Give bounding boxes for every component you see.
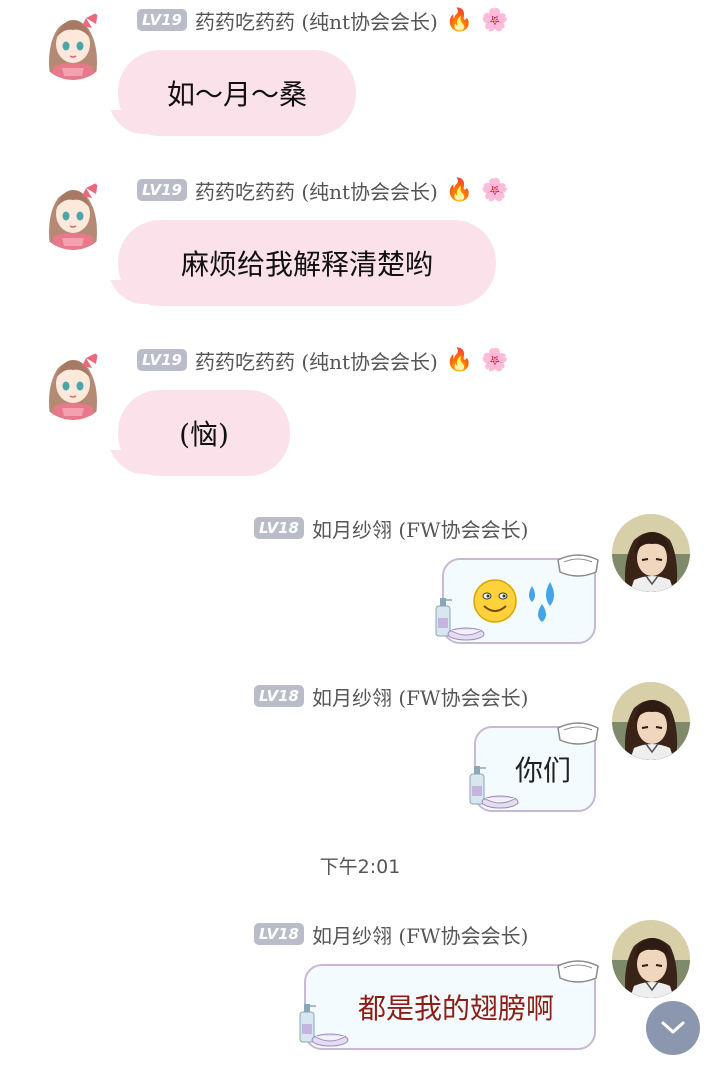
avatar[interactable] (612, 920, 690, 998)
message-header: LV18 如月纱翎 (FW协会会长) (254, 514, 528, 542)
avatar[interactable] (612, 682, 690, 760)
avatar[interactable] (36, 176, 110, 250)
sender-name[interactable]: 药药吃药药 (纯nt协会会长) (195, 346, 438, 375)
message-text: (恼) (179, 418, 229, 451)
level-badge: LV18 (254, 923, 304, 945)
level-badge: LV19 (137, 179, 187, 201)
message-text: 如～月～桑 (166, 78, 307, 111)
bottle-basin-icon (292, 1002, 350, 1048)
message-header: LV19 药药吃药药 (纯nt协会会长) 🔥 🌸 (137, 346, 509, 374)
boy-avatar-icon (612, 514, 690, 592)
level-badge: LV18 (254, 685, 304, 707)
avatar[interactable] (36, 6, 110, 80)
sender-name[interactable]: 如月纱翎 (FW协会会长) (312, 514, 528, 543)
message-bubble[interactable]: 如～月～桑 (110, 50, 356, 136)
sender-name[interactable]: 如月纱翎 (FW协会会长) (312, 920, 528, 949)
boy-avatar-icon (612, 682, 690, 760)
level-badge: LV18 (254, 517, 304, 539)
sender-name[interactable]: 药药吃药药 (纯nt协会会长) (195, 176, 438, 205)
girl-avatar-icon (36, 176, 110, 250)
avatar[interactable] (36, 346, 110, 420)
level-badge: LV19 (137, 9, 187, 31)
message-header: LV18 如月纱翎 (FW协会会长) (254, 920, 528, 948)
message-header: LV19 药药吃药药 (纯nt协会会长) 🔥 🌸 (137, 176, 509, 204)
scroll-to-bottom-button[interactable] (646, 1001, 700, 1055)
message-text: 都是我的翅膀啊 (357, 992, 554, 1025)
fire-icon: 🔥 (445, 177, 474, 203)
sweat-drops-emoji (529, 582, 554, 622)
bottle-basin-icon (462, 764, 520, 810)
message-header: LV18 如月纱翎 (FW协会会长) (254, 682, 528, 710)
goggles-icon (556, 718, 600, 748)
girl-avatar-icon (36, 6, 110, 80)
message-header: LV19 药药吃药药 (纯nt协会会长) 🔥 🌸 (137, 6, 509, 34)
flower-face-icon: 🌸 (481, 177, 509, 203)
boy-avatar-icon (612, 920, 690, 998)
message-bubble[interactable]: (恼) (110, 390, 290, 476)
fire-icon: 🔥 (445, 7, 474, 33)
message-bubble[interactable]: 麻烦给我解释清楚哟 (110, 220, 496, 306)
sender-name[interactable]: 如月纱翎 (FW协会会长) (312, 682, 528, 711)
avatar[interactable] (612, 514, 690, 592)
goggles-icon (556, 550, 600, 580)
flower-face-icon: 🌸 (481, 347, 509, 373)
girl-avatar-icon (36, 346, 110, 420)
fire-icon: 🔥 (445, 347, 474, 373)
goggles-icon (556, 956, 600, 986)
chevron-down-icon (661, 1021, 685, 1034)
message-text: 麻烦给我解释清楚哟 (180, 248, 433, 281)
bottle-basin-icon (428, 596, 486, 642)
timestamp: 下午2:01 (319, 856, 401, 878)
level-badge: LV19 (137, 349, 187, 371)
flower-face-icon: 🌸 (481, 7, 509, 33)
sender-name[interactable]: 药药吃药药 (纯nt协会会长) (195, 6, 438, 35)
